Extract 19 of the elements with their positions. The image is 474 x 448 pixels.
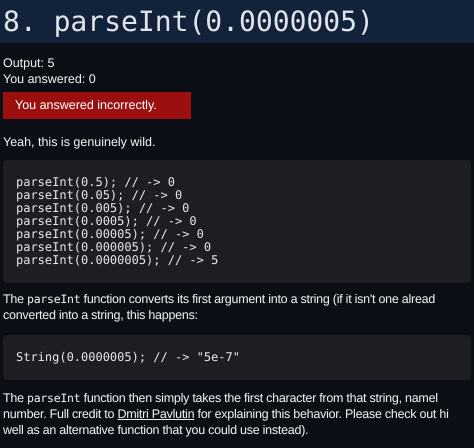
code-line: parseInt(0.5); // -> 0 [16, 176, 175, 189]
answer-text: You answered: 0 [2, 71, 97, 87]
code-line: parseInt(0.0005); // -> 0 [16, 214, 197, 228]
question-title: 8. parseInt(0.0000005) [3, 8, 374, 36]
paragraph-line: The parseInt function then simply takes the first character from that string, namel [3, 390, 439, 406]
paragraph-line: number. Full credit to Dmitri Pavlutin for explaining this behavior. Please check out hi [3, 406, 450, 422]
output-text: Output: 5 [2, 55, 56, 71]
paragraph-line: well as an alternative function that you could use instead). [3, 422, 310, 438]
paragraph-line: The parseInt function converts its first argument into a string (if it isn't one alread [3, 290, 436, 307]
code-line: String(0.0000005); // -> "5e-7" [16, 350, 240, 364]
remark-text: Yeah, this is genuinely wild. [2, 134, 156, 151]
paragraph-line: converted into a string, this happens: [3, 306, 199, 323]
code-line: parseInt(0.0000005); // -> 5 [16, 254, 218, 267]
code-line: parseInt(0.00005); // -> 0 [16, 228, 204, 241]
code-line: parseInt(0.005); // -> 0 [16, 202, 190, 215]
result-banner: You answered incorrectly. [3, 92, 191, 119]
code-line: parseInt(0.000005); // -> 0 [16, 240, 212, 254]
code-line: parseInt(0.05); // -> 0 [16, 188, 182, 202]
author-link[interactable]: Dmitri Pavlutin [117, 406, 194, 421]
